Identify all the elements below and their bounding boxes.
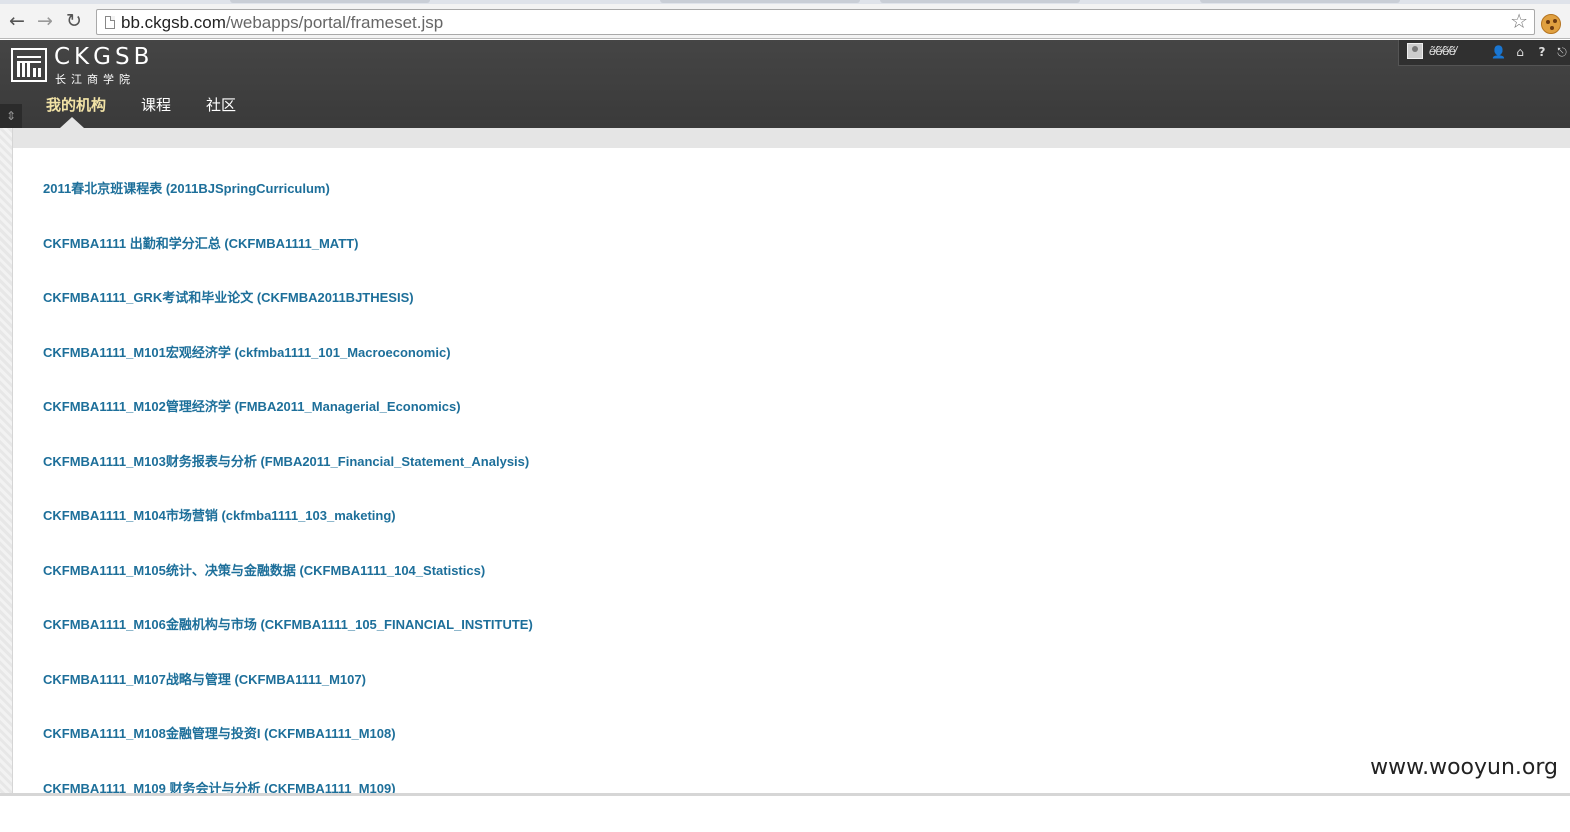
- course-link[interactable]: CKFMBA1111_M106金融机构与市场 (CKFMBA1111_105_F…: [43, 614, 533, 669]
- ckgsb-logo-icon[interactable]: [11, 48, 47, 82]
- tab-my-institution[interactable]: 我的机构: [46, 94, 106, 115]
- bookmark-star-icon[interactable]: ☆: [1510, 11, 1528, 33]
- browser-tab[interactable]: [660, 0, 860, 3]
- course-link[interactable]: CKFMBA1111_M107战略与管理 (CKFMBA1111_M107): [43, 669, 533, 724]
- reload-icon[interactable]: ↻: [63, 10, 85, 32]
- course-link[interactable]: CKFMBA1111_M109 财务会计与分析 (CKFMBA1111_M109…: [43, 778, 533, 832]
- course-link[interactable]: CKFMBA1111_M105统计、决策与金融数据 (CKFMBA1111_10…: [43, 560, 533, 615]
- logout-icon[interactable]: ⎋: [1555, 45, 1569, 59]
- user-icon[interactable]: 👤: [1491, 45, 1505, 59]
- url-text[interactable]: bb.ckgsb.com/webapps/portal/frameset.jsp: [121, 13, 443, 33]
- browser-tab[interactable]: [230, 0, 430, 3]
- help-icon[interactable]: ?: [1535, 45, 1549, 59]
- logo-chinese-name: 长江商学院: [55, 71, 135, 87]
- home-icon[interactable]: ⌂: [1513, 45, 1527, 59]
- course-link[interactable]: 2011春北京班课程表 (2011BJSpringCurriculum): [43, 178, 533, 233]
- url-host: bb.ckgsb.com: [121, 13, 226, 32]
- page-icon: [105, 16, 115, 29]
- watermark: www.wooyun.org: [1370, 755, 1558, 780]
- course-link[interactable]: CKFMBA1111_M103财务报表与分析 (FMBA2011_Financi…: [43, 451, 533, 506]
- course-link[interactable]: CKFMBA1111_M101宏观经济学 (ckfmba1111_101_Mac…: [43, 342, 533, 397]
- url-path: /webapps/portal/frameset.jsp: [226, 13, 443, 32]
- tab-community[interactable]: 社区: [206, 94, 236, 115]
- tab-courses[interactable]: 课程: [141, 94, 171, 115]
- cookie-extension-icon[interactable]: [1541, 14, 1561, 34]
- avatar[interactable]: [1407, 43, 1423, 59]
- site-header: CKGSB 长江商学院 ẽ̸ẽ̸ẽ̸ẽ̸ 👤 ⌂ ? ⎋ 我的机构 课程 社区: [0, 40, 1570, 128]
- user-name[interactable]: ẽ̸ẽ̸ẽ̸ẽ̸: [1429, 44, 1456, 58]
- collapse-handle-icon[interactable]: ⇕: [0, 104, 22, 128]
- active-tab-caret: [60, 117, 84, 128]
- course-link[interactable]: CKFMBA1111_GRK考试和毕业论文 (CKFMBA2011BJTHESI…: [43, 287, 533, 342]
- browser-toolbar: ← → ↻ bb.ckgsb.com/webapps/portal/frames…: [0, 4, 1570, 39]
- course-list: 2011春北京班课程表 (2011BJSpringCurriculum) CKF…: [43, 178, 533, 832]
- course-link[interactable]: CKFMBA1111 出勤和学分汇总 (CKFMBA1111_MATT): [43, 233, 533, 288]
- back-icon[interactable]: ←: [6, 10, 28, 32]
- user-area: ẽ̸ẽ̸ẽ̸ẽ̸ 👤 ⌂ ? ⎋: [1398, 40, 1570, 66]
- course-link[interactable]: CKFMBA1111_M102管理经济学 (FMBA2011_Manageria…: [43, 396, 533, 451]
- address-bar[interactable]: bb.ckgsb.com/webapps/portal/frameset.jsp…: [96, 9, 1535, 35]
- course-link[interactable]: CKFMBA1111_M108金融管理与投资I (CKFMBA1111_M108…: [43, 723, 533, 778]
- left-rail: [0, 128, 13, 796]
- course-link[interactable]: CKFMBA1111_M104市场营销 (ckfmba1111_103_make…: [43, 505, 533, 560]
- main-tabs: 我的机构 课程 社区: [46, 94, 271, 115]
- browser-tab[interactable]: [880, 0, 1080, 3]
- browser-tab[interactable]: [1200, 0, 1400, 3]
- content-top-band: [13, 128, 1570, 148]
- forward-icon[interactable]: →: [34, 10, 56, 32]
- logo-letters: CKGSB: [54, 44, 153, 70]
